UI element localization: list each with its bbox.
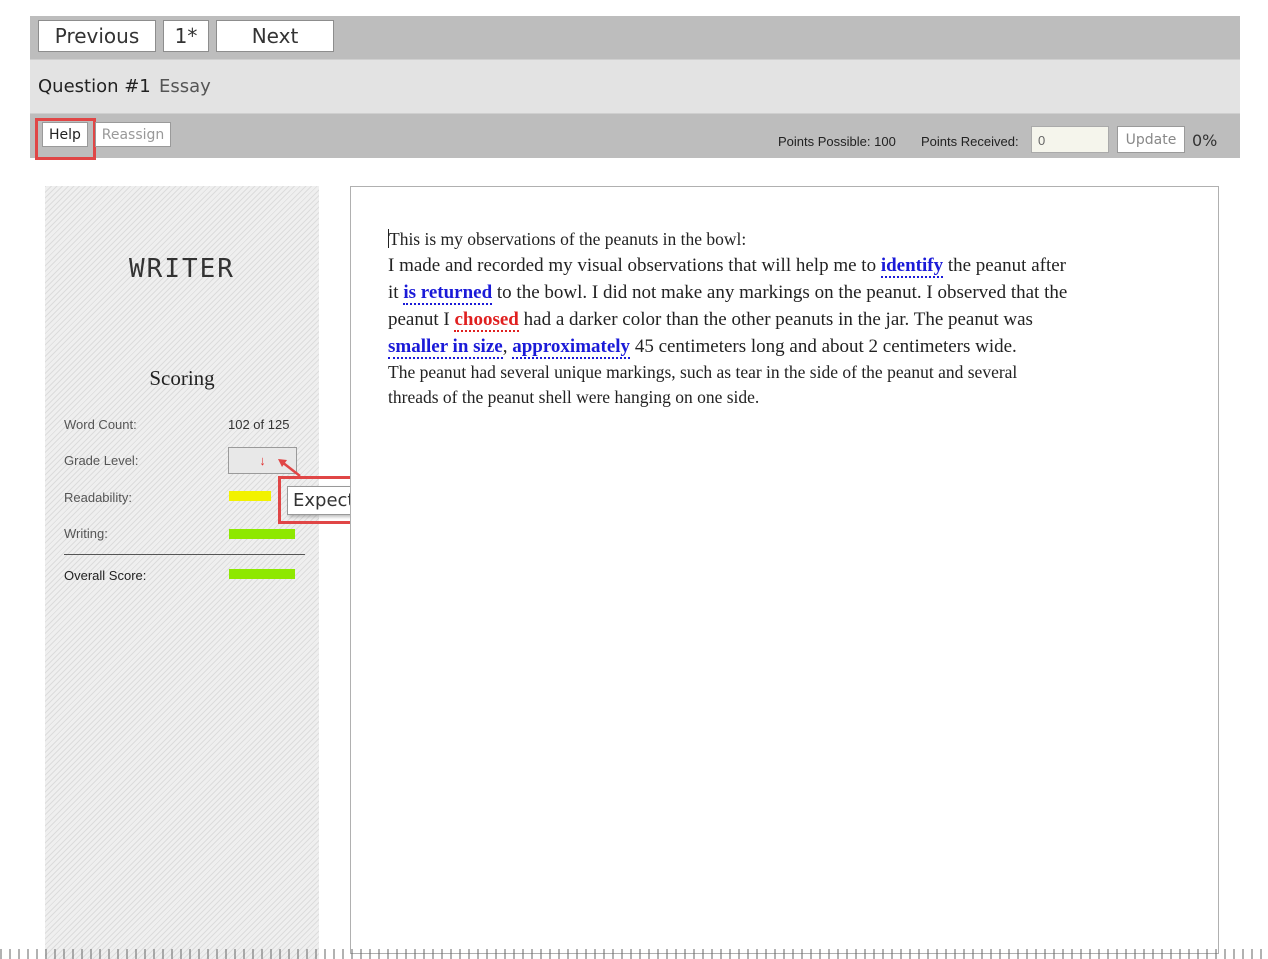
essay-line-5: smaller in size, approximately 45 centim…: [388, 333, 1198, 360]
essay-line-4: peanut I choosed had a darker color than…: [388, 306, 1198, 333]
writer-panel: WRITER Scoring Word Count: 102 of 125 Gr…: [45, 186, 319, 959]
suggestion-smaller-in-size[interactable]: smaller in size: [388, 336, 503, 359]
essay-line-1: This is my observations of the peanuts i…: [388, 227, 1198, 252]
writing-bar: [229, 529, 295, 539]
update-button[interactable]: Update: [1117, 126, 1185, 153]
grade-level-label: Grade Level:: [64, 453, 139, 468]
essay-response-box[interactable]: This is my observations of the peanuts i…: [350, 186, 1219, 954]
score-percent: 0%: [1192, 131, 1218, 150]
score-divider: [64, 554, 305, 555]
essay-line-7: threads of the peanut shell were hanging…: [388, 387, 760, 407]
page-indicator-button[interactable]: 1*: [163, 20, 209, 52]
essay-line-2: I made and recorded my visual observatio…: [388, 252, 1198, 279]
suggestion-is-returned[interactable]: is returned: [403, 282, 493, 305]
essay-line-6: The peanut had several unique markings, …: [388, 362, 1018, 382]
points-possible-text: Points Possible: 100: [778, 134, 896, 149]
essay-line-1-text: This is my observations of the peanuts i…: [389, 229, 747, 249]
question-header: Question #1 Essay: [30, 59, 1240, 114]
spelling-error-choosed[interactable]: choosed: [454, 309, 519, 332]
writer-title: WRITER: [129, 254, 235, 284]
grading-toolbar: Help Reassign Points Possible: 100 Point…: [30, 114, 1240, 160]
essay-text-segment: peanut I: [388, 309, 455, 330]
torn-edge-decoration: [0, 949, 1268, 959]
points-received-input[interactable]: 0: [1031, 126, 1109, 153]
scoring-title: Scoring: [149, 366, 215, 390]
suggestion-identify[interactable]: identify: [880, 255, 944, 278]
word-count-label: Word Count:: [64, 417, 137, 432]
help-highlight-box: [35, 118, 96, 160]
essay-text-segment: the peanut after: [943, 255, 1066, 276]
arrow-down-icon: ↓: [259, 453, 266, 468]
suggestion-approximately[interactable]: approximately: [512, 336, 631, 359]
essay-text-segment: 45 centimeters long and about 2 centimet…: [630, 336, 1017, 357]
essay-text-segment: ,: [502, 336, 513, 357]
essay-text: This is my observations of the peanuts i…: [388, 227, 1198, 410]
essay-line-3: it is returned to the bowl. I did not ma…: [388, 279, 1198, 306]
overall-score-label: Overall Score:: [64, 568, 147, 583]
question-type: Essay: [159, 76, 211, 97]
overall-score-bar: [229, 569, 295, 579]
reassign-button[interactable]: Reassign: [95, 122, 171, 147]
essay-text-segment: had a darker color than the other peanut…: [518, 309, 1033, 330]
essay-text-segment: to the bowl. I did not make any markings…: [492, 282, 1068, 303]
next-button[interactable]: Next: [216, 20, 334, 52]
points-received-label: Points Received:: [921, 134, 1019, 149]
word-count-value: 102 of 125: [228, 417, 290, 432]
question-title: Question #1: [38, 76, 151, 97]
essay-text-segment: I made and recorded my visual observatio…: [388, 255, 881, 276]
readability-bar: [229, 491, 271, 501]
essay-text-segment: it: [388, 282, 404, 303]
grading-frame: Previous 1* Next Question #1 Essay Help …: [30, 16, 1240, 959]
previous-button[interactable]: Previous: [38, 20, 156, 52]
readability-label: Readability:: [64, 490, 132, 505]
writing-label: Writing:: [64, 526, 108, 541]
navigation-bar: Previous 1* Next: [30, 16, 1240, 59]
